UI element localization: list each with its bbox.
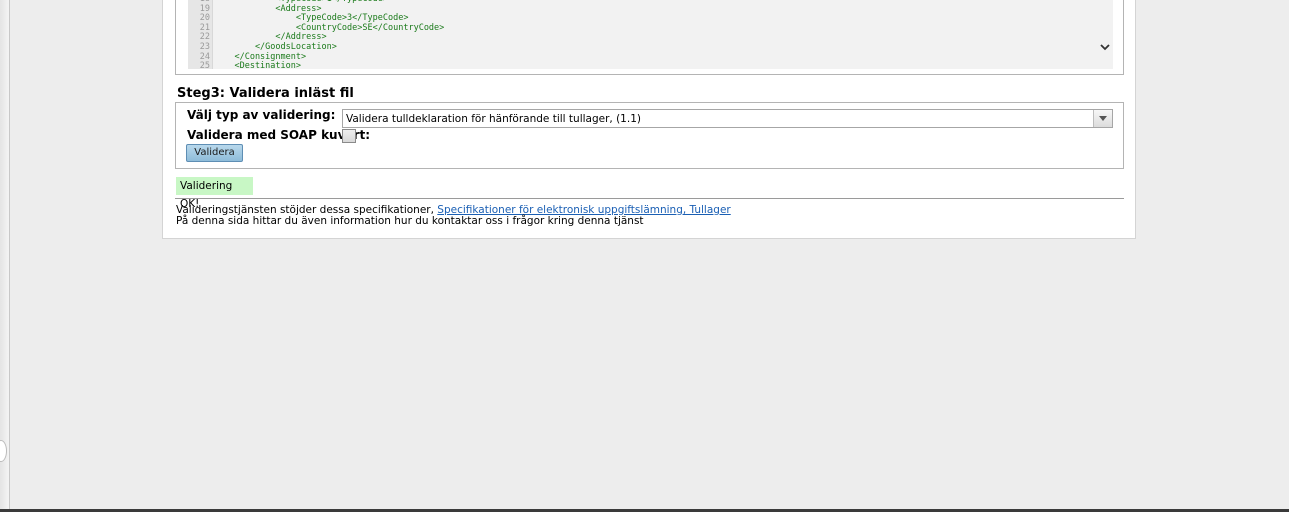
soap-checkbox[interactable] bbox=[342, 129, 356, 143]
validation-type-selected: Validera tulldeklaration för hänförande … bbox=[346, 113, 641, 125]
dropdown-arrow-icon bbox=[1099, 116, 1107, 121]
contact-info: På denna sida hittar du även information… bbox=[176, 215, 644, 227]
line-number: 25 bbox=[199, 61, 210, 69]
dropdown-button[interactable] bbox=[1093, 110, 1112, 127]
code-line: 24 </Consignment> bbox=[188, 52, 1097, 63]
main-panel: 18 <TypeCode>1</TypeCode>19 <Address>20 … bbox=[162, 0, 1136, 239]
divider bbox=[175, 198, 1124, 199]
code-scrollbar[interactable] bbox=[1097, 0, 1113, 69]
xml-code-view[interactable]: 18 <TypeCode>1</TypeCode>19 <Address>20 … bbox=[175, 0, 1124, 75]
window-left-edge bbox=[0, 0, 10, 512]
validation-type-select[interactable]: Validera tulldeklaration för hänförande … bbox=[342, 109, 1113, 128]
validation-fieldset: Välj typ av validering: Validera tulldek… bbox=[175, 102, 1124, 169]
code-content: 18 <TypeCode>1</TypeCode>19 <Address>20 … bbox=[188, 0, 1097, 69]
validate-button[interactable]: Validera bbox=[186, 144, 243, 162]
validation-status: Validering OK! bbox=[176, 177, 253, 210]
validation-type-label: Välj typ av validering: bbox=[187, 108, 336, 122]
step3-title: Steg3: Validera inläst fil bbox=[177, 86, 354, 101]
code-line: 25 <Destination> bbox=[188, 62, 1097, 69]
code-line: 23 </GoodsLocation> bbox=[188, 42, 1097, 53]
code-text: <Destination> bbox=[214, 61, 301, 69]
chevron-down-icon[interactable] bbox=[1099, 41, 1111, 53]
